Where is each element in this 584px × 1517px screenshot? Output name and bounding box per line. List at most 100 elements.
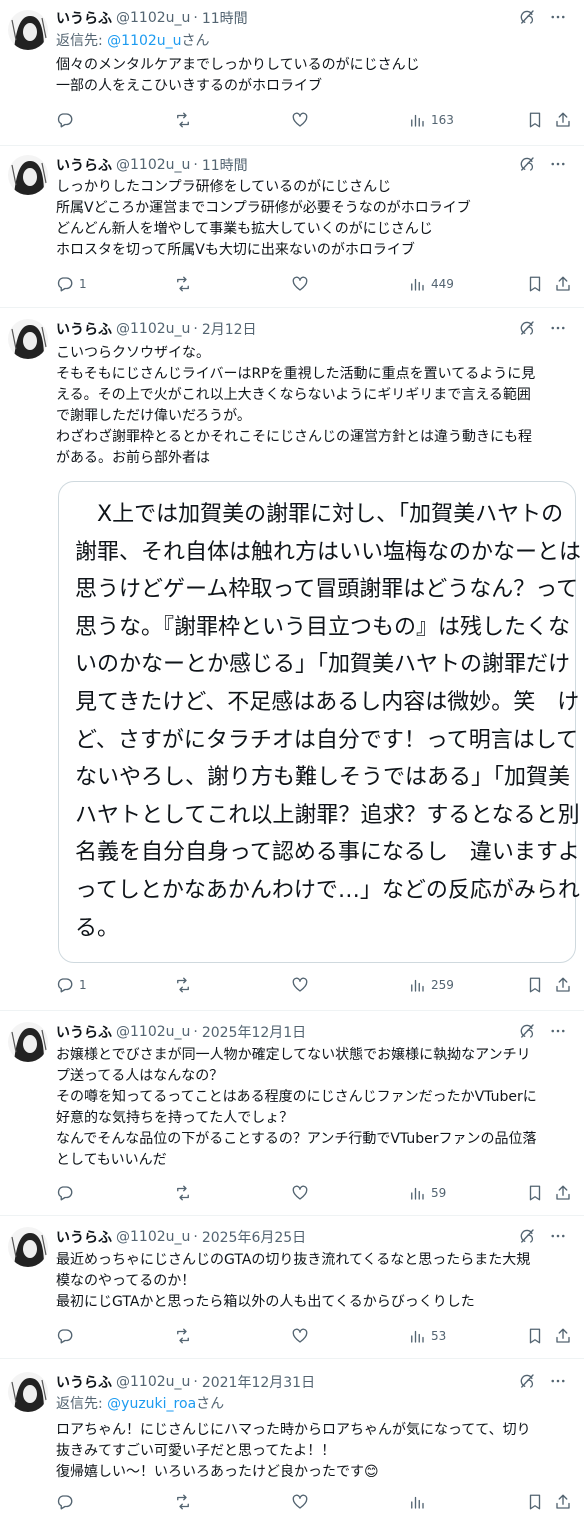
timestamp[interactable]: 11時間 [202, 8, 248, 28]
like-button[interactable] [291, 1183, 309, 1203]
tweet-line: 所属Vどころか運営までコンプラ研修が必要そうなのがホロライブ [56, 200, 471, 216]
avatar[interactable] [8, 155, 48, 195]
timestamp[interactable]: 2021年12月31日 [202, 1372, 315, 1392]
tweet-text: しっかりしたコンプラ研修をしているのがにじさんじ 所属Vどころか運営までコンプラ… [56, 177, 572, 261]
user-handle[interactable]: @1102u_u [116, 1024, 190, 1040]
reply-to-label: 返信先: [56, 33, 103, 49]
quote-line: 思うけどゲーム枠取って冒頭謝罪はどうなん？って [75, 577, 579, 603]
user-name[interactable]: いうらふ [56, 8, 112, 28]
retweet-button[interactable] [174, 975, 192, 995]
tweet[interactable]: いうらふ @1102u_u · 11時間 返信先: @1102u_uさん 個々の… [0, 0, 584, 146]
grok-icon[interactable] [518, 8, 536, 26]
views-button[interactable]: 59 [408, 1183, 446, 1203]
retweet-button[interactable] [174, 1183, 192, 1203]
timestamp[interactable]: 2月12日 [202, 319, 257, 339]
grok-icon[interactable] [518, 1227, 536, 1245]
bookmark-button[interactable] [526, 110, 544, 130]
action-bar: 1 259 [56, 975, 572, 995]
reply-button[interactable]: 1 [56, 975, 87, 995]
tweet[interactable]: いうらふ @1102u_u · 2021年12月31日 返信先: @yuzuki… [0, 1358, 584, 1517]
user-handle[interactable]: @1102u_u [116, 1374, 190, 1390]
retweet-button[interactable] [174, 110, 192, 130]
quoted-content[interactable]: X上では加賀美の謝罪に対し、「加賀美ハヤトの 謝罪、それ自体は触れ方はいい塩梅な… [58, 481, 581, 963]
user-name[interactable]: いうらふ [56, 319, 112, 339]
bookmark-button[interactable] [526, 1183, 544, 1203]
bookmark-button[interactable] [526, 1492, 544, 1512]
like-button[interactable] [291, 975, 309, 995]
retweet-icon [177, 1494, 189, 1510]
quote-line: る。 [75, 915, 120, 941]
reply-button[interactable] [56, 1492, 79, 1512]
avatar[interactable] [8, 1022, 48, 1062]
reply-count: 1 [79, 277, 87, 291]
more-icon[interactable] [548, 1372, 568, 1390]
user-name[interactable]: いうらふ [56, 1227, 112, 1247]
views-button[interactable] [408, 1492, 431, 1512]
timestamp[interactable]: 11時間 [202, 155, 248, 175]
user-name[interactable]: いうらふ [56, 1372, 112, 1392]
user-handle[interactable]: @1102u_u [116, 157, 190, 173]
more-icon[interactable] [548, 155, 568, 173]
avatar[interactable] [8, 1227, 48, 1267]
reply-to-link[interactable]: @yuzuki_roa [107, 1396, 196, 1412]
retweet-button[interactable] [174, 274, 192, 294]
tweet-line: なんでそんな品位の下がることするの？アンチ行動でVTuberファンの品位落 [56, 1131, 537, 1147]
bookmark-button[interactable] [526, 1326, 544, 1346]
reply-to: 返信先: @yuzuki_roaさん [56, 1394, 224, 1414]
grok-icon[interactable] [518, 1022, 536, 1040]
share-button[interactable] [554, 110, 572, 130]
user-handle[interactable]: @1102u_u [116, 321, 190, 337]
grok-icon[interactable] [518, 319, 536, 337]
reply-icon [57, 1186, 73, 1201]
reply-button[interactable] [56, 110, 79, 130]
tweet-line: 復帰嬉しい〜！いろいろあったけど良かったです😊 [56, 1464, 379, 1480]
views-button[interactable]: 259 [408, 975, 454, 995]
avatar[interactable] [8, 319, 48, 359]
avatar[interactable] [8, 1372, 48, 1412]
user-handle[interactable]: @1102u_u [116, 1229, 190, 1245]
timestamp[interactable]: 2025年12月1日 [202, 1022, 306, 1042]
avatar[interactable] [8, 10, 48, 50]
more-icon[interactable] [548, 319, 568, 337]
bookmark-button[interactable] [526, 975, 544, 995]
share-button[interactable] [554, 1183, 572, 1203]
tweet[interactable]: いうらふ @1102u_u · 2月12日 こいつらクソウザイな。 そもそもにじ… [0, 307, 584, 1011]
timestamp[interactable]: 2025年6月25日 [202, 1227, 306, 1247]
views-button[interactable]: 449 [408, 274, 454, 294]
bookmark-icon [529, 1185, 541, 1201]
tweet-line: そもそもにじさんじライバーはRPを重視した活動に重点を置いてるように見 [56, 366, 536, 382]
tweet[interactable]: いうらふ @1102u_u · 11時間 しっかりしたコンプラ研修をしているのが… [0, 145, 584, 308]
like-button[interactable] [291, 274, 309, 294]
grok-icon[interactable] [518, 1372, 536, 1390]
user-handle[interactable]: @1102u_u [116, 10, 190, 26]
more-icon[interactable] [548, 8, 568, 26]
share-button[interactable] [554, 975, 572, 995]
like-button[interactable] [291, 1326, 309, 1346]
share-button[interactable] [554, 1326, 572, 1346]
bookmark-button[interactable] [526, 274, 544, 294]
reply-to-suffix: さん [196, 1396, 225, 1412]
user-name[interactable]: いうらふ [56, 155, 112, 175]
share-button[interactable] [554, 1492, 572, 1512]
retweet-button[interactable] [174, 1492, 192, 1512]
user-name[interactable]: いうらふ [56, 1022, 112, 1042]
retweet-button[interactable] [174, 1326, 192, 1346]
like-icon [292, 112, 308, 127]
more-icon[interactable] [548, 1022, 568, 1040]
reply-button[interactable] [56, 1326, 79, 1346]
like-icon [292, 1494, 308, 1509]
more-icon[interactable] [548, 1227, 568, 1245]
share-button[interactable] [554, 274, 572, 294]
reply-button[interactable]: 1 [56, 274, 87, 294]
reply-to-link[interactable]: @1102u_u [107, 33, 181, 49]
tweet-line: 模なのやってるのか！ [56, 1273, 196, 1289]
tweet[interactable]: いうらふ @1102u_u · 2025年6月25日 最近めっちゃにじさんじのG… [0, 1215, 584, 1359]
tweet[interactable]: いうらふ @1102u_u · 2025年12月1日 お嬢様とでびさまが同一人物… [0, 1010, 584, 1216]
reply-button[interactable] [56, 1183, 79, 1203]
views-button[interactable]: 53 [408, 1326, 446, 1346]
views-button[interactable]: 163 [408, 110, 454, 130]
like-button[interactable] [291, 1492, 309, 1512]
action-bar: 163 [56, 110, 572, 130]
like-button[interactable] [291, 110, 309, 130]
grok-icon[interactable] [518, 155, 536, 173]
